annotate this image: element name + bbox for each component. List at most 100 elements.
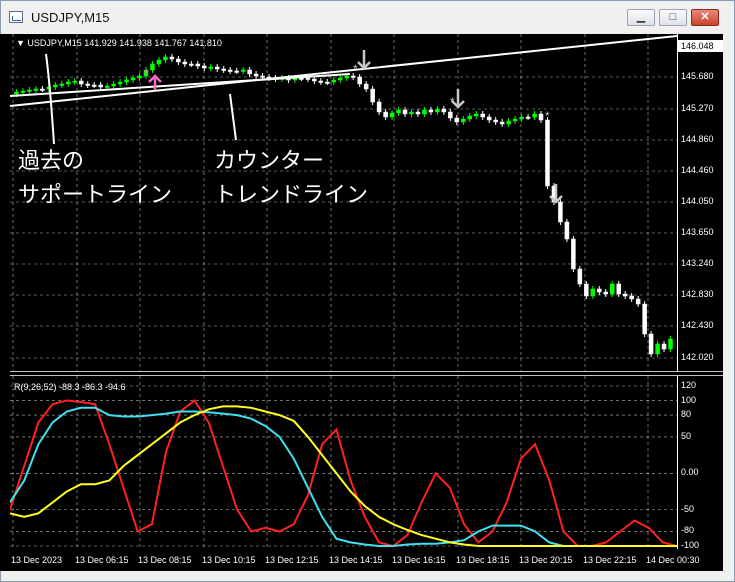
title-bar[interactable]: USDJPY,M15 ▁ □ ✕	[1, 1, 734, 35]
buy-star-icon: *	[144, 67, 149, 81]
candle-body	[221, 68, 226, 71]
time-tick-label: 13 Dec 16:15	[392, 555, 446, 565]
close-button[interactable]: ✕	[691, 9, 719, 26]
candle-body	[104, 85, 110, 88]
price-chart-area[interactable]: * * * * ▼ USDJPY,M15 141.929 141.938 141.76…	[10, 34, 677, 371]
candle-body	[616, 283, 621, 295]
candle-body	[227, 69, 233, 72]
candle-body	[40, 88, 45, 91]
price-axis[interactable]: 146.048 145.680 145.270 144.860 144.460 144.…	[677, 34, 723, 371]
price-tick-label: 144.460	[681, 165, 714, 175]
annotation-counter-trend-line1: カウンター	[214, 149, 325, 174]
candle-body	[137, 75, 142, 79]
time-tick-label: 13 Dec 14:15	[329, 555, 383, 565]
buy-arrow-icon	[148, 74, 162, 90]
candle-body	[480, 113, 485, 118]
candle-body	[597, 288, 602, 293]
indicator-series-line	[10, 405, 677, 547]
indicator-axis[interactable]: 120 100 80 50 0.00 -50 -80 -100	[677, 376, 723, 550]
candle-body	[519, 116, 524, 120]
candle-body	[525, 116, 531, 119]
indicator-tick-label: -80	[681, 525, 695, 536]
candle-body	[642, 303, 647, 335]
candle-body	[72, 80, 78, 83]
candle-body	[467, 115, 473, 120]
candle-body	[499, 121, 505, 125]
candle-body	[441, 108, 447, 113]
candle-body	[493, 119, 498, 123]
minimize-button[interactable]: ▁	[627, 9, 655, 26]
candle-body	[176, 58, 181, 63]
time-tick-label: 13 Dec 22:15	[583, 555, 637, 565]
time-axis[interactable]: 13 Dec 2023 13 Dec 06:15 13 Dec 08:15 13 De…	[10, 549, 723, 571]
price-tick-label: 145.680	[681, 71, 714, 81]
candle-body	[234, 70, 239, 73]
chart-left-margin	[0, 34, 10, 571]
candle-body	[668, 338, 673, 350]
candle-body	[590, 288, 596, 297]
candle-body	[603, 291, 609, 295]
price-tick-label: 143.240	[681, 258, 714, 268]
sell-star-icon: *	[545, 109, 550, 123]
candle-body	[247, 69, 252, 75]
candle-body	[202, 65, 207, 69]
candle-body	[163, 56, 168, 61]
candle-body	[331, 79, 337, 83]
indicator-pane[interactable]: R(9,26,52) -88.3 -86.3 -94.6	[10, 376, 677, 549]
candle-body	[312, 78, 317, 82]
candle-body	[428, 109, 434, 113]
time-tick-label: 13 Dec 10:15	[202, 555, 256, 565]
candle-body	[195, 63, 201, 67]
candle-body	[461, 118, 466, 123]
candle-body	[558, 201, 563, 223]
candle-body	[635, 298, 641, 305]
time-tick-label: 13 Dec 2023	[11, 555, 63, 565]
candle-body	[454, 117, 460, 123]
candle-body	[14, 91, 19, 95]
sell-arrow-icon	[357, 50, 371, 70]
candle-body	[422, 109, 427, 115]
candle-body	[350, 75, 356, 78]
sell-star-icon: *	[353, 62, 358, 76]
candle-body	[370, 88, 375, 103]
annotation-old-support-line2: サポートライン	[18, 183, 173, 208]
annotation-pointer-right	[229, 93, 237, 141]
time-tick-label: 13 Dec 18:15	[456, 555, 510, 565]
candle-body	[584, 283, 589, 297]
indicator-tick-label: 50	[681, 430, 692, 441]
candle-body	[415, 111, 421, 115]
candle-body	[130, 77, 136, 81]
sell-star-icon: *	[450, 95, 455, 109]
candle-body	[396, 109, 401, 114]
price-tick-label: 144.050	[681, 196, 714, 206]
candle-body	[622, 293, 628, 297]
candle-body	[156, 59, 162, 65]
candle-body	[85, 83, 90, 86]
candle-body	[532, 113, 537, 118]
candle-body	[117, 81, 123, 85]
maximize-button[interactable]: □	[659, 9, 687, 26]
candle-body	[318, 80, 324, 83]
candle-body	[448, 111, 453, 119]
current-price-badge: 146.048	[678, 40, 723, 52]
indicator-tick-label: 80	[681, 409, 692, 420]
price-tick-label: 143.650	[681, 227, 714, 237]
candle-body	[208, 66, 213, 69]
candle-body	[512, 118, 518, 122]
candle-body	[124, 79, 129, 83]
candle-body	[564, 221, 570, 240]
time-tick-label: 13 Dec 12:15	[265, 555, 319, 565]
price-tick-label: 145.270	[681, 103, 714, 113]
indicator-tick-label: 100	[681, 394, 697, 405]
candle-body	[111, 83, 116, 87]
candle-body	[20, 90, 26, 93]
candle-body	[189, 63, 194, 66]
candle-body	[357, 76, 362, 85]
candle-body	[389, 112, 395, 118]
candle-body	[214, 66, 220, 70]
annotation-pointer-left	[45, 53, 55, 145]
candle-body	[655, 343, 660, 355]
candle-body	[538, 113, 544, 121]
indicator-label: R(9,26,52) -88.3 -86.3 -94.6	[14, 382, 126, 392]
candle-body	[260, 75, 265, 78]
